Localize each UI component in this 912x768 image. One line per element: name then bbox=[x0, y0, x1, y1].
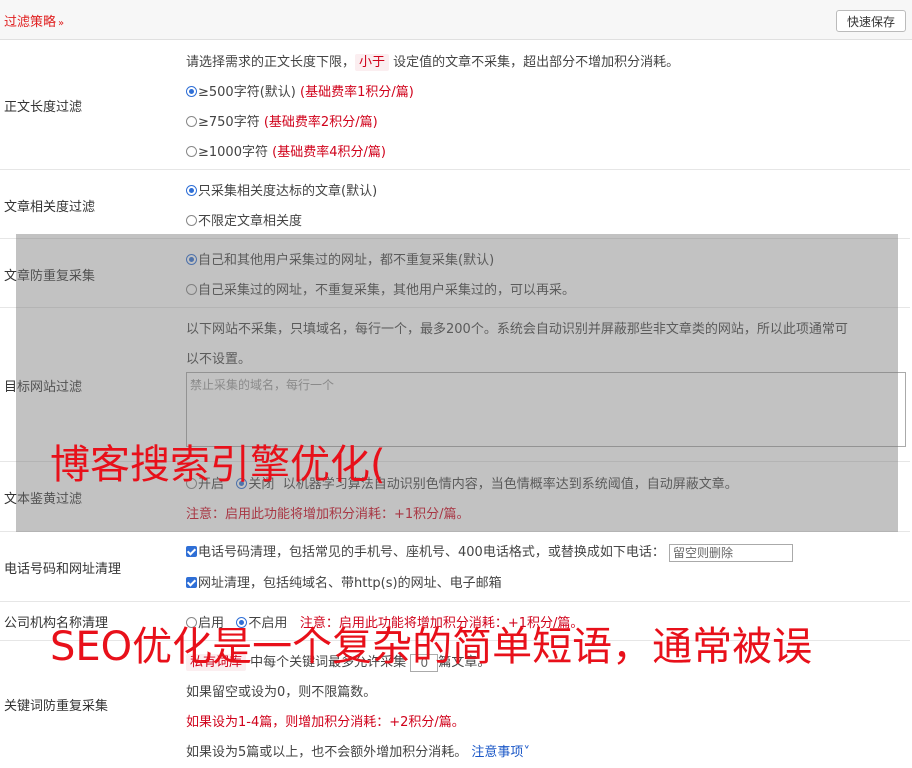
radio-length-500[interactable] bbox=[186, 86, 197, 97]
url-clean-option[interactable]: 网址清理，包括纯域名、带http(s)的网址、电子邮箱 bbox=[186, 572, 502, 591]
keyword-dedup-line-4: 如果设为5篇或以上，也不会额外增加积分消耗。 注意事项˅ bbox=[186, 745, 530, 760]
replace-phone-input[interactable]: 留空则删除 bbox=[668, 543, 793, 562]
quick-save-button[interactable]: 快速保存 bbox=[836, 10, 906, 32]
checkbox-phone-clean[interactable] bbox=[186, 546, 197, 557]
length-filter-desc: 请选择需求的正文长度下限， 小于 设定值的文章不采集，超出部分不增加积分消耗。 bbox=[186, 54, 680, 71]
radio-relevance-qualified[interactable] bbox=[186, 185, 197, 196]
filter-header: 过滤策略» 快速保存 bbox=[0, 0, 912, 40]
relevance-filter-row: 文章相关度过滤 只采集相关度达标的文章(默认) 不限定文章相关度 bbox=[0, 170, 910, 239]
phone-clean-option[interactable]: 电话号码清理，包括常见的手机号、座机号、400电话格式，或替换成如下电话： 留空… bbox=[186, 541, 793, 562]
relevance-option-unlimited[interactable]: 不限定文章相关度 bbox=[186, 210, 302, 229]
relevance-option-qualified[interactable]: 只采集相关度达标的文章(默认) bbox=[186, 180, 377, 199]
length-option-500[interactable]: ≥500字符(默认) (基础费率1积分/篇) bbox=[186, 81, 414, 100]
chevron-down-icon: » bbox=[58, 18, 65, 29]
section-title[interactable]: 过滤策略» bbox=[4, 11, 64, 30]
checkbox-url-clean[interactable] bbox=[186, 577, 197, 588]
watermark-line-1: 博客搜索引擎优化( bbox=[50, 442, 386, 488]
keyword-dedup-line-3: 如果设为1-4篇，则增加积分消耗：+2积分/篇。 bbox=[186, 715, 465, 730]
keyword-dedup-line-2: 如果留空或设为0，则不限篇数。 bbox=[186, 685, 377, 700]
keyword-dedup-label: 关键词防重复采集 bbox=[4, 699, 109, 714]
radio-length-1000[interactable] bbox=[186, 146, 197, 157]
phone-filter-row: 电话号码和网址清理 电话号码清理，包括常见的手机号、座机号、400电话格式，或替… bbox=[0, 532, 910, 602]
chevron-down-icon: ˅ bbox=[523, 745, 530, 760]
length-option-1000[interactable]: ≥1000字符 (基础费率4积分/篇) bbox=[186, 141, 386, 160]
notes-link[interactable]: 注意事项˅ bbox=[471, 745, 530, 760]
length-option-750[interactable]: ≥750字符 (基础费率2积分/篇) bbox=[186, 111, 378, 130]
length-filter-label: 正文长度过滤 bbox=[4, 100, 83, 115]
length-filter-row: 正文长度过滤 请选择需求的正文长度下限， 小于 设定值的文章不采集，超出部分不增加… bbox=[0, 40, 910, 170]
watermark-line-2: SEO优化是一个复杂的简单短语，通常被误 bbox=[50, 624, 813, 670]
phone-filter-label: 电话号码和网址清理 bbox=[4, 562, 122, 577]
relevance-filter-label: 文章相关度过滤 bbox=[4, 200, 96, 215]
radio-relevance-unlimited[interactable] bbox=[186, 215, 197, 226]
radio-length-750[interactable] bbox=[186, 116, 197, 127]
